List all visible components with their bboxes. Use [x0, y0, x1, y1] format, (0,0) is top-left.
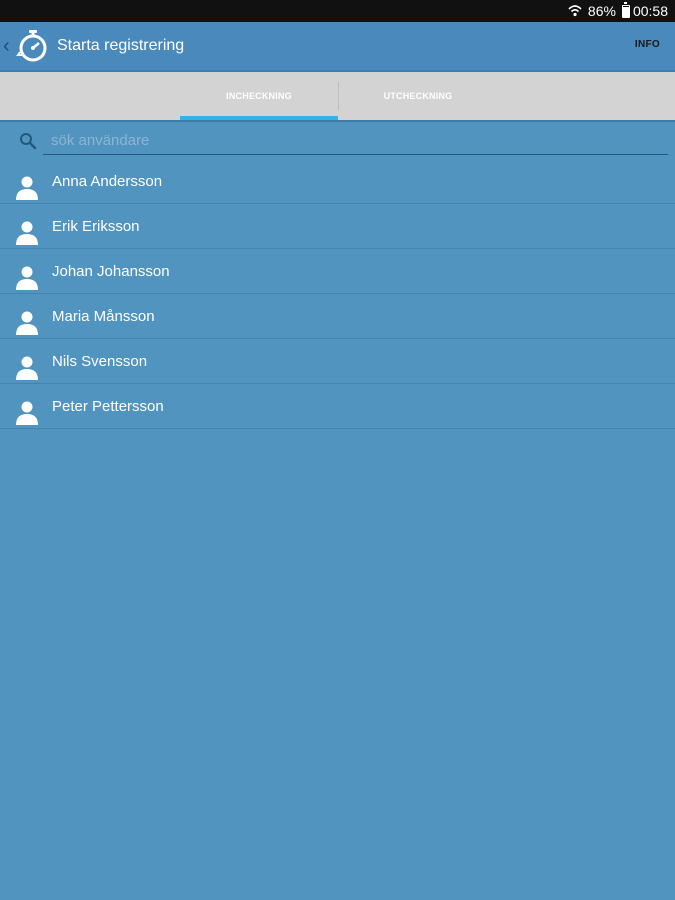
- list-item[interactable]: Peter Pettersson: [0, 384, 675, 429]
- search-bar: [18, 127, 668, 157]
- status-bar: 86% 00:58: [0, 0, 675, 22]
- person-icon: [16, 311, 38, 335]
- tab-bar: INCHECKNING UTCHECKNING: [0, 72, 675, 120]
- person-icon: [16, 266, 38, 290]
- back-icon[interactable]: ‹: [3, 36, 13, 56]
- user-name: Nils Svensson: [52, 353, 148, 370]
- person-icon: [16, 221, 38, 245]
- person-icon: [16, 401, 38, 425]
- tab-bar-shadow: [0, 120, 675, 122]
- user-list: Anna Andersson Erik Eriksson Johan Johan…: [0, 159, 675, 429]
- battery-icon: [621, 1, 630, 18]
- list-item[interactable]: Erik Eriksson: [0, 204, 675, 249]
- user-name: Erik Eriksson: [52, 218, 140, 235]
- clock: 00:58: [632, 3, 668, 19]
- list-item[interactable]: Nils Svensson: [0, 339, 675, 384]
- tab-incheckning[interactable]: INCHECKNING: [180, 72, 338, 120]
- user-name: Johan Johansson: [52, 263, 170, 280]
- page-title: Starta registrering: [57, 37, 185, 54]
- battery-percent: 86%: [587, 3, 616, 19]
- person-icon: [16, 176, 38, 200]
- person-icon: [16, 356, 38, 380]
- stopwatch-icon[interactable]: [15, 28, 51, 64]
- tab-utcheckning[interactable]: UTCHECKNING: [339, 72, 497, 120]
- user-name: Anna Andersson: [52, 173, 163, 190]
- user-name: Maria Månsson: [52, 308, 155, 325]
- list-item[interactable]: Maria Månsson: [0, 294, 675, 339]
- wifi-icon: [568, 4, 582, 18]
- search-input[interactable]: [43, 127, 668, 155]
- list-item[interactable]: Anna Andersson: [0, 159, 675, 204]
- app-bar: ‹ Starta registrering INFO: [0, 22, 675, 70]
- list-item[interactable]: Johan Johansson: [0, 249, 675, 294]
- info-button[interactable]: INFO: [635, 39, 660, 50]
- user-name: Peter Pettersson: [52, 398, 164, 415]
- search-icon: [20, 133, 37, 150]
